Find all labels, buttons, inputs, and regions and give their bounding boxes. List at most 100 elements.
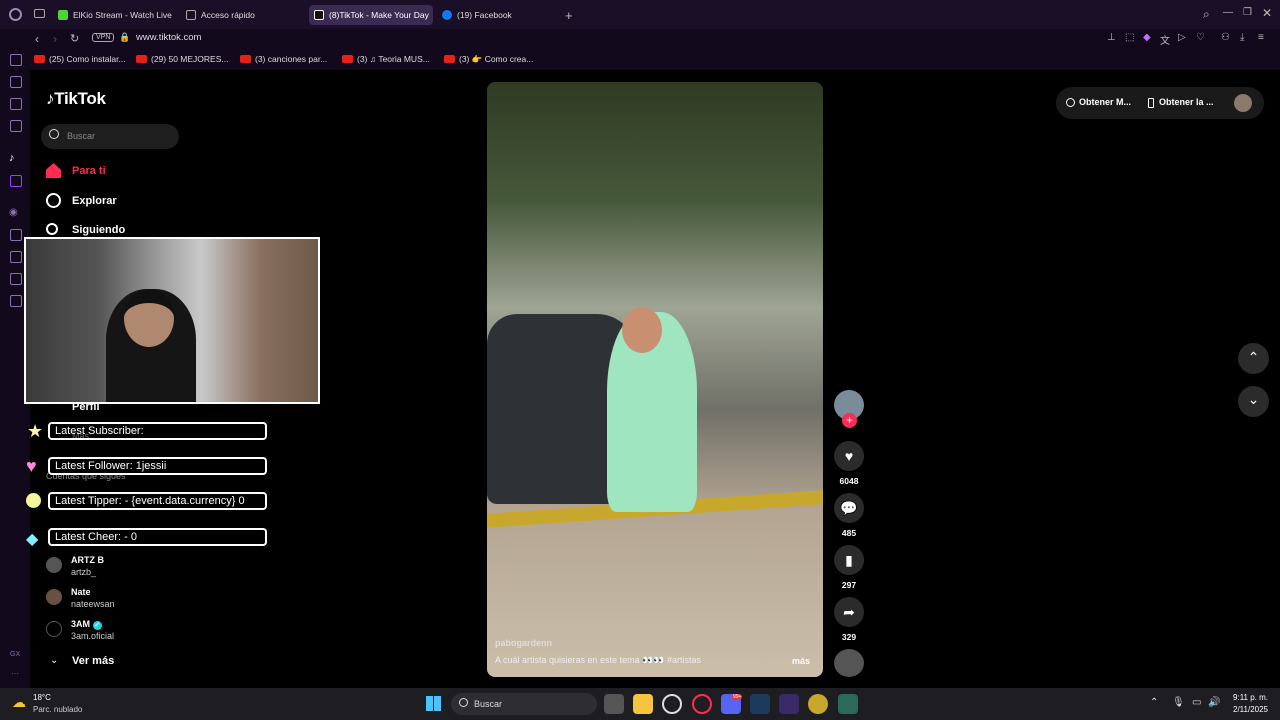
video-player[interactable]: pabogardenn A cuál artista quisieras en …	[487, 82, 823, 677]
vpn-badge[interactable]: VPN	[92, 33, 115, 42]
tiktok-note-icon: ♪	[46, 89, 55, 108]
sidebar-news-icon[interactable]	[10, 120, 22, 132]
taskbar-search[interactable]: Buscar	[451, 693, 597, 715]
shield-icon[interactable]: ◆	[1143, 32, 1151, 43]
get-coins-button[interactable]: Obtener M...	[1079, 97, 1131, 107]
verified-icon: ✓	[92, 621, 102, 630]
tab-label: (19) Facebook	[457, 10, 512, 20]
sidebar-more-icon[interactable]: ···	[11, 669, 19, 678]
bookmark-item[interactable]: (3) ♫ Teoria MUS...	[342, 54, 430, 64]
video-author[interactable]: pabogardenn	[495, 638, 552, 648]
sidebar-cube-icon[interactable]	[10, 251, 22, 263]
sidebar-ext-icon[interactable]	[10, 273, 22, 285]
share-icon[interactable]: ➦	[834, 597, 864, 627]
chrome-icon[interactable]	[662, 694, 682, 714]
get-app-button[interactable]: Obtener la ...	[1159, 97, 1214, 107]
reload-icon[interactable]: ↻	[70, 32, 79, 45]
heart-icon[interactable]: ♡	[1196, 32, 1205, 43]
latest-tipper: Latest Tipper: - {event.data.currency} 0	[48, 492, 267, 510]
app-icon[interactable]	[779, 694, 799, 714]
sidebar-player-icon[interactable]	[10, 76, 22, 88]
tab-facebook[interactable]: (19) Facebook	[437, 5, 562, 25]
tab-elkio[interactable]: ElKio Stream - Watch Live	[53, 5, 173, 25]
avatar	[46, 621, 62, 637]
tab-quick-access[interactable]: Acceso rápido	[181, 5, 306, 25]
bookmark-item[interactable]: (25) Como instalar...	[34, 54, 126, 64]
search-input[interactable]: Buscar	[41, 124, 179, 149]
bookmark-item[interactable]: (3) canciones par...	[240, 54, 327, 64]
next-video-button[interactable]: ⌄	[1238, 386, 1269, 417]
bookmark-item[interactable]: (3) 👉 Como crea...	[444, 54, 533, 65]
latest-follower: Latest Follower: 1jessii	[48, 457, 267, 475]
sidebar-twitch-icon[interactable]	[10, 175, 22, 187]
nav-following[interactable]: Siguiendo	[72, 224, 125, 236]
opera-gx-icon[interactable]	[692, 694, 712, 714]
music-disc-icon[interactable]	[834, 649, 864, 677]
gx-icon[interactable]: GX	[10, 651, 20, 658]
search-tabs-icon[interactable]: ⌕	[1203, 7, 1210, 22]
download-icon[interactable]: ⤓	[1240, 32, 1244, 43]
windows-start-icon[interactable]	[426, 696, 441, 711]
user-avatar[interactable]	[1234, 94, 1252, 112]
workspace-icon[interactable]	[34, 9, 45, 18]
clock-date[interactable]: 2/11/2025	[1226, 705, 1268, 714]
like-icon[interactable]: ♥	[834, 441, 864, 471]
menu-icon[interactable]: ≡	[1258, 32, 1264, 43]
mic-icon[interactable]: 🎙	[1172, 697, 1185, 708]
sidebar-aria-icon[interactable]	[10, 54, 22, 66]
weather-icon: ☁	[12, 694, 26, 710]
heart-pixel-icon: ♥	[26, 456, 37, 476]
pin-icon[interactable]: ⊥	[1107, 32, 1116, 43]
opera-menu-icon[interactable]	[9, 8, 22, 21]
nav-explore[interactable]: Explorar	[72, 195, 117, 207]
coins-icon	[1066, 98, 1075, 107]
sidebar-eye-icon[interactable]: ◉	[9, 207, 18, 218]
translate-icon[interactable]: 文	[1160, 32, 1170, 47]
file-explorer-icon[interactable]	[633, 694, 653, 714]
latest-cheer: Latest Cheer: - 0	[48, 528, 267, 546]
search-icon	[459, 698, 468, 707]
sidebar-pin-icon[interactable]	[10, 229, 22, 241]
share-count: 329	[841, 632, 857, 642]
comment-icon[interactable]: 💬	[834, 493, 864, 523]
grid-icon	[186, 10, 196, 20]
tab-tiktok[interactable]: (8)TikTok - Make Your Day	[309, 5, 433, 25]
restore-icon[interactable]: ❐	[1243, 7, 1252, 18]
forward-icon[interactable]: ›	[53, 32, 57, 46]
back-icon[interactable]: ‹	[35, 32, 39, 46]
url-field[interactable]: www.tiktok.com	[136, 32, 201, 43]
bookmark-icon[interactable]: ▷	[1178, 32, 1186, 43]
like-count: 6048	[839, 476, 859, 486]
avatar	[46, 589, 62, 605]
tiktok-logo[interactable]: ♪TikTok	[46, 89, 106, 109]
new-tab-icon[interactable]: +	[565, 8, 573, 23]
terminal-icon[interactable]	[838, 694, 858, 714]
sidebar-ext2-icon[interactable]	[10, 295, 22, 307]
close-icon[interactable]: ✕	[1262, 6, 1272, 20]
weather-temp[interactable]: 18°C	[33, 693, 51, 702]
compass-icon	[46, 193, 61, 208]
follow-plus-button[interactable]: +	[842, 413, 857, 428]
profile-icon[interactable]: ⚇	[1221, 32, 1230, 43]
volume-icon[interactable]: 🔊	[1208, 697, 1220, 708]
previous-video-button[interactable]: ⌃	[1238, 343, 1269, 374]
discord-badge: 99+	[732, 694, 743, 700]
chevron-down-icon: ⌄	[50, 655, 59, 666]
tray-chevron-icon[interactable]: ⌃	[1150, 697, 1158, 708]
save-icon[interactable]: ▮	[834, 545, 864, 575]
latest-subscriber: Latest Subscriber:	[48, 422, 267, 440]
nav-for-you[interactable]: Para ti	[72, 165, 106, 177]
see-more-link[interactable]: Ver más	[72, 655, 114, 667]
minimize-icon[interactable]: —	[1223, 7, 1233, 18]
network-icon[interactable]: ▭	[1192, 697, 1201, 708]
task-view-icon[interactable]	[604, 694, 624, 714]
game-icon[interactable]	[808, 694, 828, 714]
snapshot-icon[interactable]: ⬚	[1125, 32, 1134, 43]
clock-time[interactable]: 9:11 p. m.	[1232, 693, 1268, 702]
caption-more-link[interactable]: más	[792, 656, 810, 666]
bookmark-item[interactable]: (29) 50 MEJORES...	[136, 54, 228, 64]
steam-icon[interactable]	[750, 694, 770, 714]
sidebar-tiktok-icon[interactable]: ♪	[9, 152, 15, 164]
sidebar-tools-icon[interactable]	[10, 98, 22, 110]
gem-icon: ◆	[26, 531, 39, 548]
